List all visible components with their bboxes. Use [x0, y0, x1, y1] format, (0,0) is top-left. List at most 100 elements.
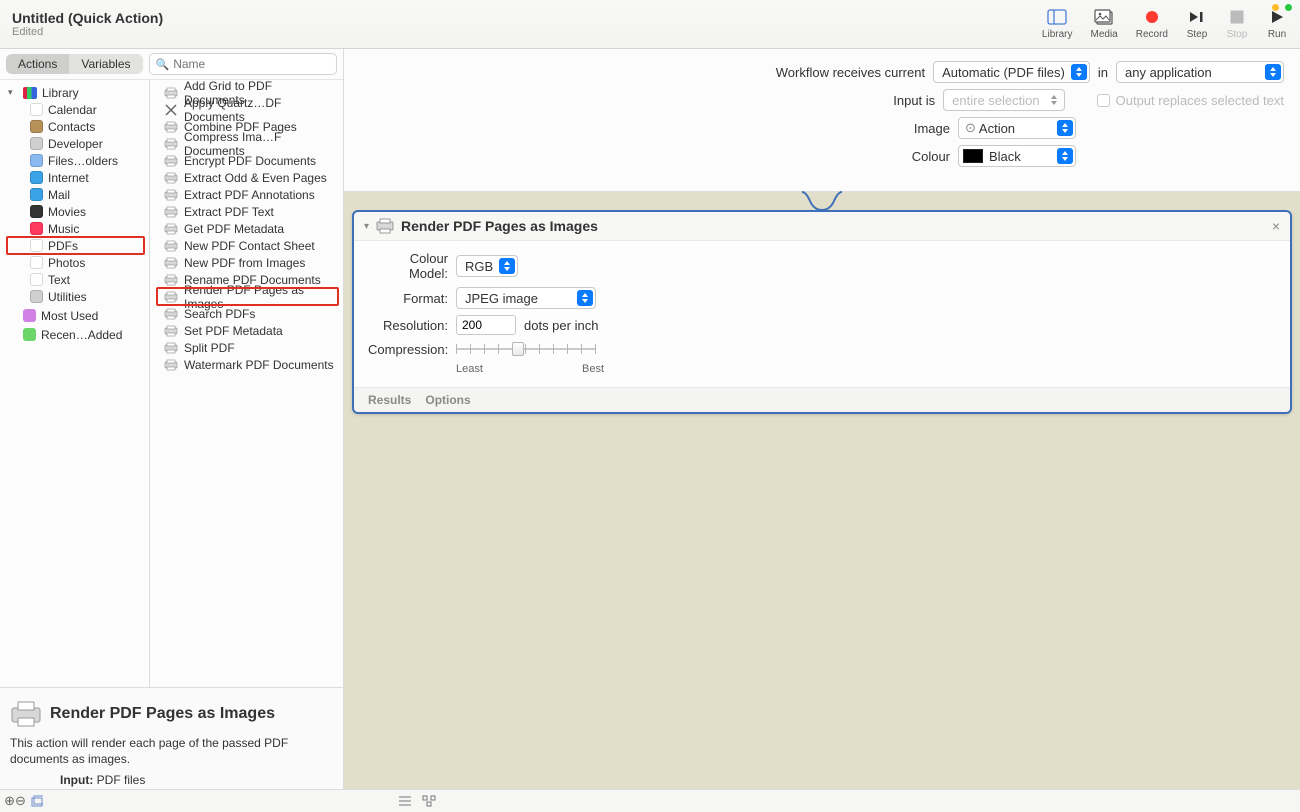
add-remove-icon[interactable]: ⊕⊖	[8, 794, 22, 808]
tab-variables[interactable]: Variables	[69, 54, 142, 74]
colour-model-dropdown[interactable]: RGB	[456, 255, 518, 277]
card-header[interactable]: ▾ Render PDF Pages as Images ×	[354, 212, 1290, 241]
action-card[interactable]: ▾ Render PDF Pages as Images × Colour Mo…	[352, 210, 1292, 414]
action-list-item[interactable]: Extract PDF Text	[150, 203, 343, 220]
receives-app-dropdown[interactable]: any application	[1116, 61, 1284, 83]
library-tree[interactable]: ▾LibraryCalendarContactsDeveloperFiles…o…	[0, 80, 150, 687]
colour-dropdown[interactable]: Black	[958, 145, 1076, 167]
list-view-icon[interactable]	[398, 794, 412, 808]
close-icon[interactable]: ×	[1272, 218, 1280, 234]
library-item[interactable]: Photos	[0, 254, 149, 271]
action-list-item[interactable]: Apply Quartz…DF Documents	[150, 101, 343, 118]
sidebar-icon	[1046, 8, 1068, 26]
run-button[interactable]: Run	[1266, 8, 1288, 40]
resolution-label: Resolution:	[368, 318, 448, 333]
actions-list[interactable]: Add Grid to PDF DocumentsApply Quartz…DF…	[150, 80, 343, 687]
printer-icon	[164, 273, 178, 287]
stack-icon[interactable]	[30, 794, 44, 808]
input-is-dropdown: entire selection	[943, 89, 1064, 111]
library-item[interactable]: Internet	[0, 169, 149, 186]
in-label: in	[1098, 65, 1108, 80]
media-button[interactable]: Media	[1091, 8, 1118, 40]
printer-icon	[10, 698, 42, 730]
bottom-bar: ⊕⊖	[0, 789, 1300, 812]
info-title: Render PDF Pages as Images	[50, 705, 275, 723]
library-root[interactable]: ▾Library	[0, 84, 149, 101]
library-item[interactable]: Recen…Added	[0, 326, 149, 343]
action-list-item[interactable]: Watermark PDF Documents	[150, 356, 343, 373]
titlebar: Untitled (Quick Action) Edited Library M…	[0, 0, 1300, 49]
image-label: Image	[914, 121, 950, 136]
action-list-item[interactable]: Extract PDF Annotations	[150, 186, 343, 203]
action-list-item[interactable]: Split PDF	[150, 339, 343, 356]
record-icon	[1141, 8, 1163, 26]
action-info-panel: Render PDF Pages as Images This action w…	[0, 687, 343, 789]
colour-label: Colour	[912, 149, 950, 164]
library-item[interactable]: PDFs	[0, 237, 149, 254]
printer-icon	[164, 256, 178, 270]
library-item[interactable]: Movies	[0, 203, 149, 220]
search-input[interactable]: 🔍	[149, 53, 338, 75]
workflow-input-settings: Workflow receives current Automatic (PDF…	[344, 49, 1300, 192]
printer-icon	[164, 358, 178, 372]
results-tab[interactable]: Results	[368, 393, 411, 407]
tab-segments[interactable]: Actions Variables	[6, 54, 143, 74]
printer-icon	[376, 217, 394, 235]
action-list-item[interactable]: Render PDF Pages as Images	[150, 288, 343, 305]
step-button[interactable]: Step	[1186, 8, 1208, 40]
printer-icon	[164, 239, 178, 253]
photos-icon	[1093, 8, 1115, 26]
printer-icon	[164, 188, 178, 202]
action-list-item[interactable]: New PDF Contact Sheet	[150, 237, 343, 254]
printer-icon	[164, 324, 178, 338]
image-dropdown[interactable]: ⊙Action	[958, 117, 1076, 139]
printer-icon	[164, 290, 178, 304]
printer-icon	[164, 137, 178, 151]
action-list-item[interactable]: Encrypt PDF Documents	[150, 152, 343, 169]
resolution-input[interactable]	[456, 315, 516, 335]
library-item[interactable]: Developer	[0, 135, 149, 152]
tab-actions[interactable]: Actions	[6, 54, 69, 74]
printer-icon	[164, 86, 178, 100]
action-list-item[interactable]: Get PDF Metadata	[150, 220, 343, 237]
library-item[interactable]: Mail	[0, 186, 149, 203]
action-list-item[interactable]: Set PDF Metadata	[150, 322, 343, 339]
record-button[interactable]: Record	[1136, 8, 1168, 40]
printer-icon	[164, 222, 178, 236]
library-button[interactable]: Library	[1042, 8, 1073, 40]
library-item[interactable]: Music	[0, 220, 149, 237]
card-title: Render PDF Pages as Images	[401, 218, 598, 234]
printer-icon	[164, 171, 178, 185]
options-tab[interactable]: Options	[425, 393, 470, 407]
dpi-label: dots per inch	[524, 318, 598, 333]
stop-button: Stop	[1226, 8, 1248, 40]
action-list-item[interactable]: New PDF from Images	[150, 254, 343, 271]
library-item[interactable]: Files…olders	[0, 152, 149, 169]
compression-slider[interactable]	[456, 341, 596, 357]
printer-icon	[164, 307, 178, 321]
printer-icon	[164, 205, 178, 219]
library-item[interactable]: Calendar	[0, 101, 149, 118]
action-list-item[interactable]: Extract Odd & Even Pages	[150, 169, 343, 186]
receives-current-dropdown[interactable]: Automatic (PDF files)	[933, 61, 1090, 83]
flow-view-icon[interactable]	[422, 794, 436, 808]
window-subtitle: Edited	[12, 26, 1042, 38]
output-replaces-checkbox: Output replaces selected text	[1097, 93, 1284, 108]
library-item[interactable]: Text	[0, 271, 149, 288]
printer-icon	[164, 154, 178, 168]
step-icon	[1186, 8, 1208, 26]
library-item[interactable]: Utilities	[0, 288, 149, 305]
library-item[interactable]: Contacts	[0, 118, 149, 135]
printer-icon	[164, 103, 178, 117]
format-dropdown[interactable]: JPEG image	[456, 287, 596, 309]
connector-tab	[344, 192, 1300, 210]
colour-model-label: Colour Model:	[368, 251, 448, 281]
window-title: Untitled (Quick Action)	[12, 10, 1042, 26]
library-item[interactable]: Most Used	[0, 307, 149, 324]
format-label: Format:	[368, 291, 448, 306]
action-list-item[interactable]: Compress Ima…F Documents	[150, 135, 343, 152]
receives-label: Workflow receives current	[776, 65, 925, 80]
search-field[interactable]	[173, 57, 330, 71]
info-input: Input: PDF files	[10, 773, 333, 787]
disclosure-icon[interactable]: ▾	[364, 221, 369, 232]
